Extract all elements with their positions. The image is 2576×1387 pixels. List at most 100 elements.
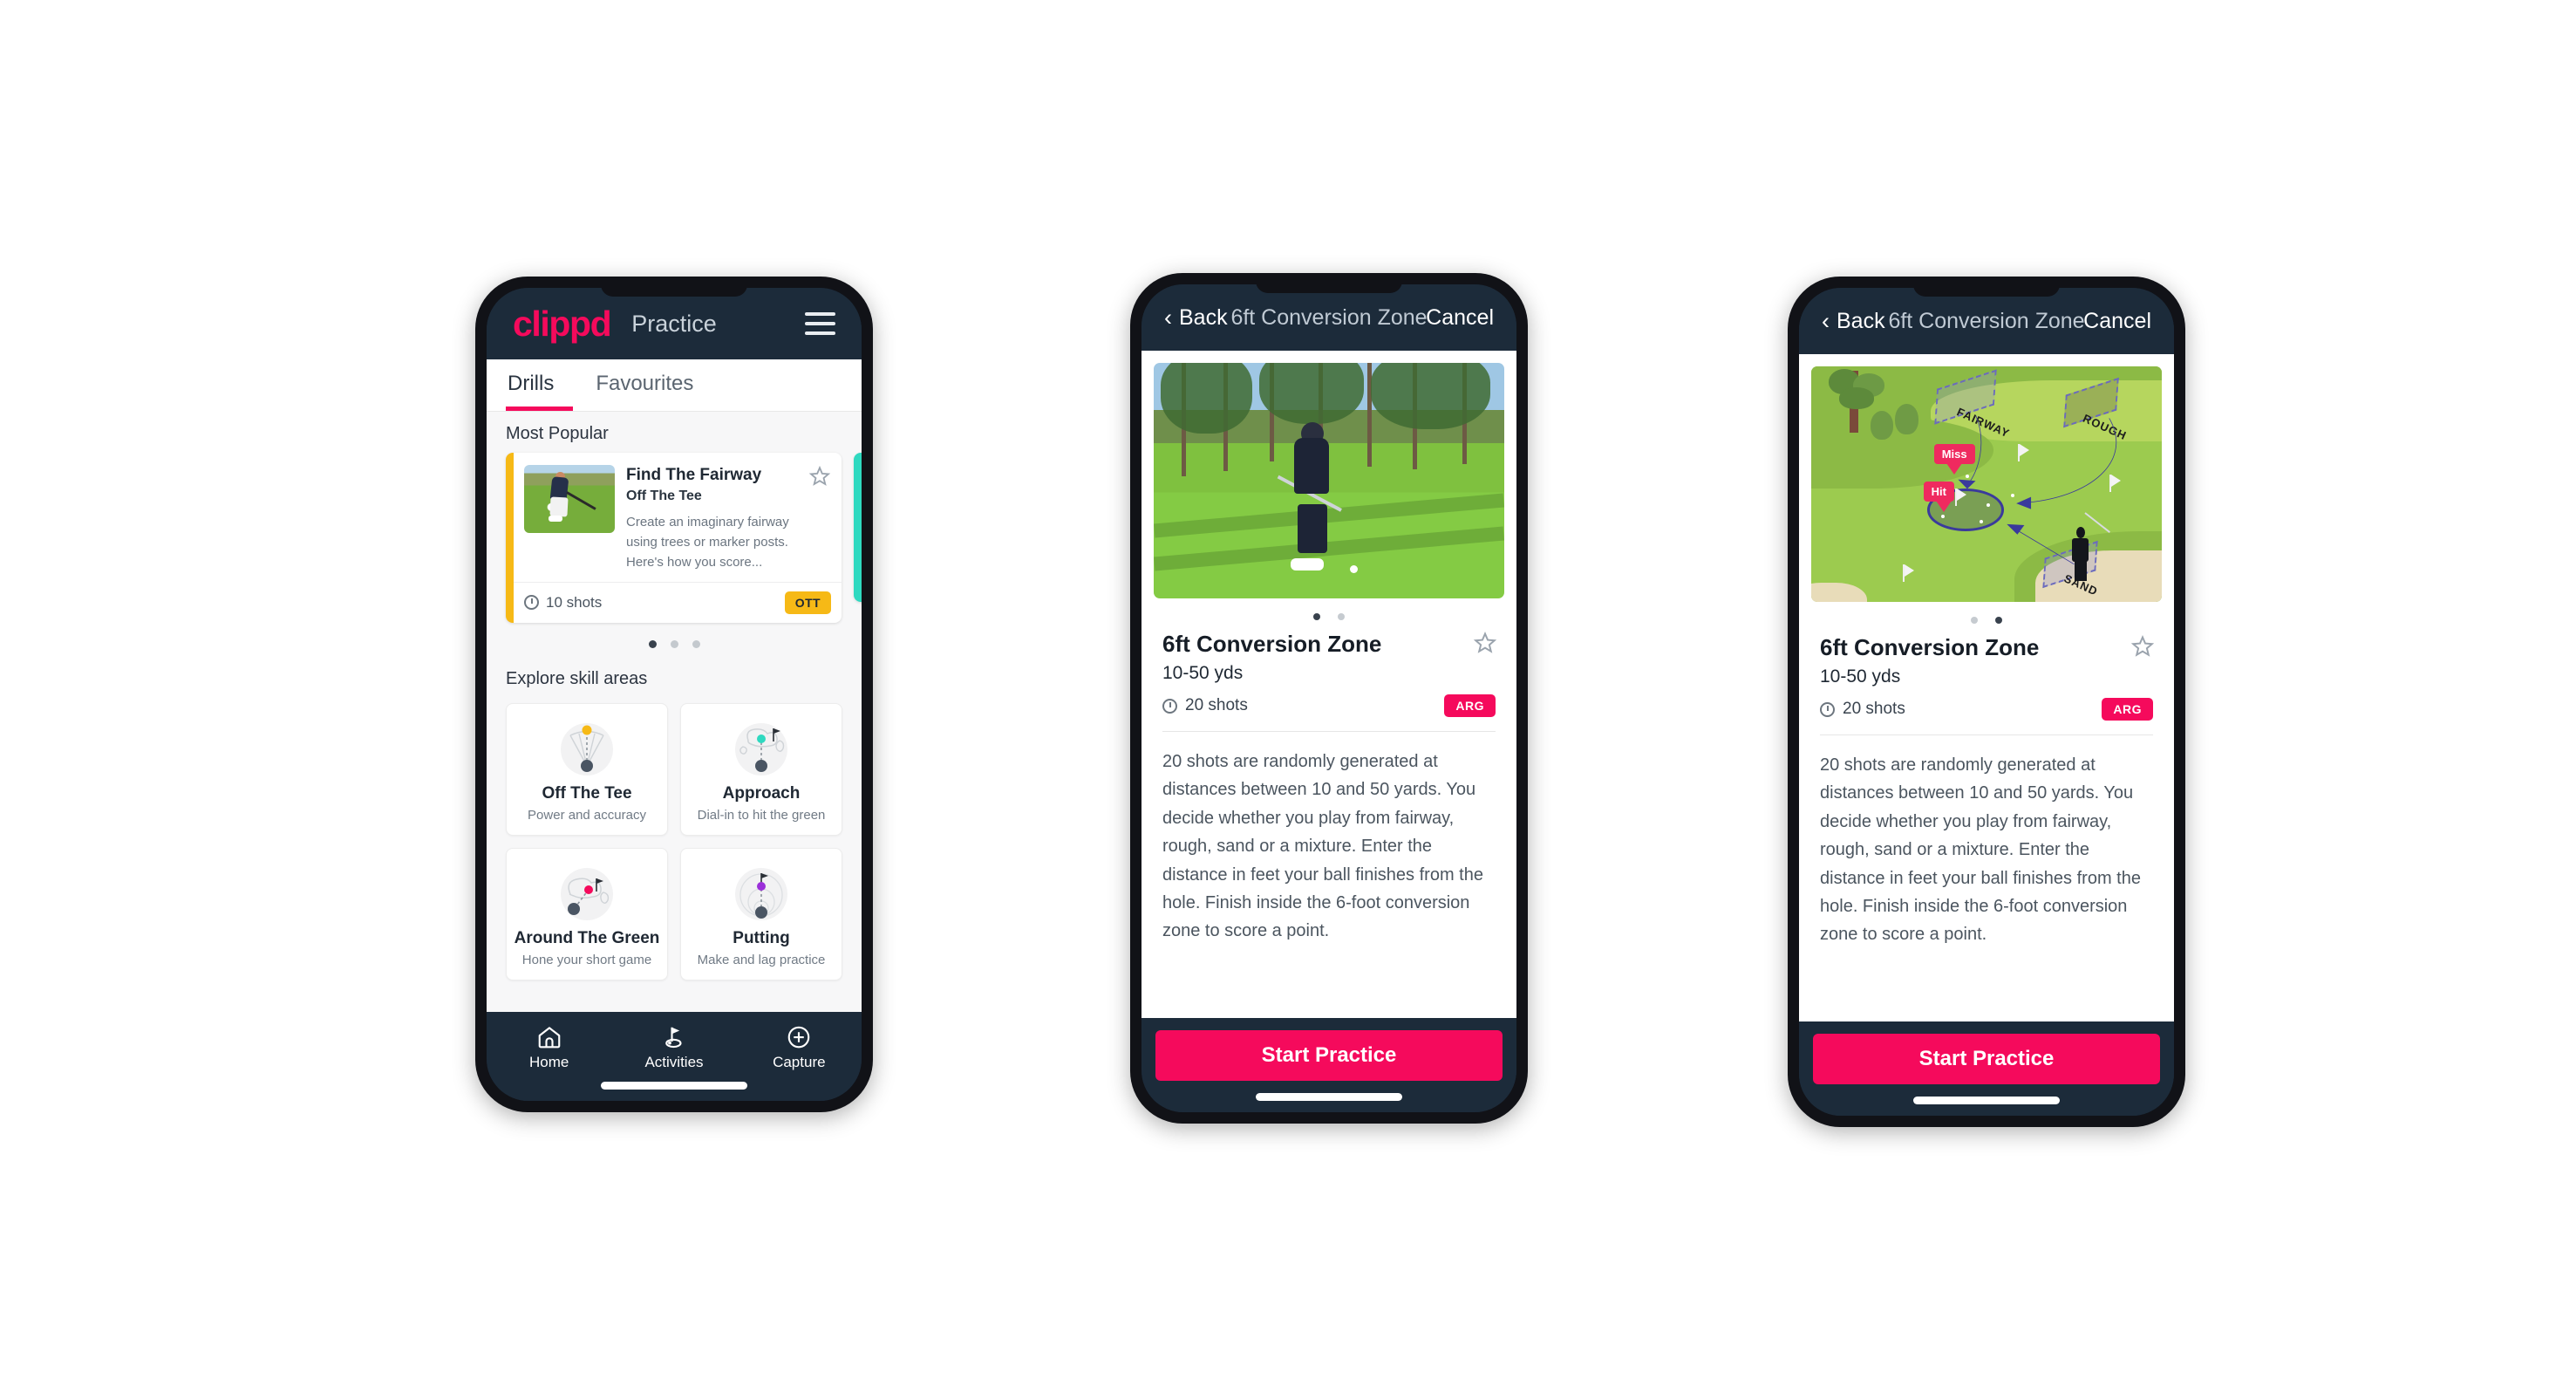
- start-practice-button[interactable]: Start Practice: [1155, 1030, 1503, 1081]
- drill-distance: 10-50 yds: [1162, 663, 1244, 683]
- golf-flag-icon: [611, 1022, 736, 1052]
- nav-label: Activities: [644, 1054, 704, 1070]
- shot-path-arrows: [1958, 366, 2162, 602]
- skill-desc: Make and lag practice: [697, 952, 826, 967]
- section-explore-label: Explore skill areas: [506, 668, 648, 688]
- phone-practice-list: clippd Practice Drills Favourites Most P…: [475, 277, 873, 1112]
- drill-card-find-the-fairway[interactable]: Find The Fairway Off The Tee Create an i…: [506, 453, 842, 623]
- screenshot-canvas: clippd Practice Drills Favourites Most P…: [0, 0, 2576, 1387]
- star-outline-icon[interactable]: [1473, 631, 1497, 659]
- skill-card-around-the-green[interactable]: Around The Green Hone your short game: [506, 847, 668, 980]
- media-dot-2[interactable]: [1338, 613, 1345, 620]
- star-outline-icon[interactable]: [2130, 634, 2155, 663]
- back-button[interactable]: ‹ Back: [1164, 305, 1228, 331]
- drill-description: 20 shots are randomly generated at dista…: [1820, 755, 2141, 945]
- drill-shots: 10 shots: [524, 594, 602, 612]
- drill-thumbnail: [524, 465, 615, 533]
- carousel-dot-1[interactable]: [648, 639, 657, 648]
- detail-body: FAIRWAY ROUGH SAND Miss Hit 6ft Conversi…: [1799, 354, 2174, 1021]
- cancel-button[interactable]: Cancel: [2083, 309, 2151, 334]
- nav-item-home[interactable]: Home: [487, 1022, 611, 1071]
- section-most-popular-label: Most Popular: [506, 424, 609, 443]
- drill-card-next-peek[interactable]: [854, 453, 862, 602]
- cancel-button[interactable]: Cancel: [1426, 305, 1494, 331]
- phone-notch: [1256, 284, 1402, 293]
- skill-areas-grid: Off The Tee Power and accuracy Approach …: [487, 698, 862, 980]
- drill-shots: 20 shots: [1820, 700, 1905, 719]
- phone-notch: [601, 288, 747, 297]
- chevron-left-icon: ‹: [1822, 307, 1830, 334]
- approach-green-icon: [686, 716, 836, 781]
- course-illustration[interactable]: FAIRWAY ROUGH SAND Miss Hit: [1811, 366, 2162, 602]
- clock-icon: [1162, 698, 1177, 714]
- tee-fan-icon: [512, 716, 662, 781]
- plus-circle-icon: [737, 1022, 862, 1052]
- status-badge-arg: ARG: [1444, 694, 1496, 717]
- hamburger-icon[interactable]: [805, 312, 835, 335]
- chevron-left-icon: ‹: [1164, 304, 1172, 331]
- start-practice-button[interactable]: Start Practice: [1813, 1034, 2160, 1084]
- carousel-dots[interactable]: [487, 623, 862, 657]
- media-carousel-dots[interactable]: [1141, 598, 1516, 627]
- skill-desc: Power and accuracy: [528, 807, 646, 823]
- around-green-icon: [512, 861, 662, 926]
- skill-name: Approach: [722, 783, 801, 803]
- drill-subtitle: Off The Tee: [626, 488, 702, 503]
- skill-name: Putting: [733, 928, 790, 947]
- phone-drill-detail-video: ‹ Back 6ft Conversion Zone Cancel 6ft Co…: [1130, 273, 1528, 1124]
- drill-shots: 20 shots: [1162, 696, 1248, 715]
- tab-favourites[interactable]: Favourites: [594, 359, 712, 411]
- skill-card-putting[interactable]: Putting Make and lag practice: [680, 847, 842, 980]
- home-indicator: [601, 1082, 747, 1090]
- drill-description: 20 shots are randomly generated at dista…: [1162, 752, 1483, 941]
- media-dot-1[interactable]: [1313, 613, 1320, 620]
- detail-header: ‹ Back 6ft Conversion Zone Cancel: [1799, 288, 2174, 354]
- back-label: Back: [1179, 304, 1228, 330]
- putting-rings-icon: [686, 861, 836, 926]
- app-header: clippd Practice: [487, 288, 862, 359]
- clippd-logo[interactable]: clippd: [513, 305, 612, 342]
- back-label: Back: [1837, 308, 1885, 333]
- drill-name: 6ft Conversion Zone: [1820, 634, 2040, 660]
- back-button[interactable]: ‹ Back: [1822, 309, 1885, 334]
- nav-item-capture[interactable]: Capture: [737, 1022, 862, 1071]
- drill-shots-label: 10 shots: [546, 593, 603, 611]
- drill-distance: 10-50 yds: [1820, 666, 1901, 687]
- tab-drills[interactable]: Drills: [506, 359, 574, 411]
- drill-name: 6ft Conversion Zone: [1162, 631, 1382, 657]
- detail-header: ‹ Back 6ft Conversion Zone Cancel: [1141, 284, 1516, 351]
- home-icon: [487, 1022, 611, 1052]
- phone-drill-detail-illustration: ‹ Back 6ft Conversion Zone Cancel FAIRWA…: [1788, 277, 2185, 1127]
- drill-video-still[interactable]: [1154, 363, 1504, 598]
- phone-notch: [1913, 288, 2060, 297]
- star-outline-icon[interactable]: [808, 465, 831, 573]
- detail-body: 6ft Conversion Zone 10-50 yds 20 shots A…: [1141, 351, 1516, 1018]
- skill-card-off-the-tee[interactable]: Off The Tee Power and accuracy: [506, 702, 668, 836]
- media-carousel-dots[interactable]: [1799, 602, 2174, 631]
- home-indicator: [1913, 1097, 2060, 1104]
- nav-label: Capture: [773, 1054, 826, 1070]
- drill-carousel[interactable]: Find The Fairway Off The Tee Create an i…: [487, 453, 862, 623]
- drill-shots-label: 20 shots: [1185, 696, 1248, 714]
- carousel-dot-2[interactable]: [670, 639, 678, 648]
- tab-bar: Drills Favourites: [487, 359, 862, 412]
- drill-shots-label: 20 shots: [1843, 700, 1905, 718]
- clock-icon: [1820, 701, 1835, 717]
- skill-desc: Hone your short game: [521, 952, 652, 967]
- practice-content: Most Popular Find The Fairway Off The Te…: [487, 412, 862, 1012]
- media-dot-1[interactable]: [1971, 617, 1978, 624]
- clock-icon: [524, 595, 539, 610]
- drill-description: Create an imaginary fairway using trees …: [626, 514, 789, 571]
- status-badge-ott: OTT: [784, 591, 831, 614]
- drill-title: Find The Fairway: [626, 466, 762, 484]
- carousel-dot-3[interactable]: [692, 639, 700, 648]
- home-indicator: [1256, 1093, 1402, 1101]
- media-dot-2[interactable]: [1995, 617, 2002, 624]
- skill-name: Around The Green: [514, 928, 660, 947]
- nav-item-activities[interactable]: Activities: [611, 1022, 736, 1071]
- nav-label: Home: [528, 1054, 569, 1070]
- status-badge-arg: ARG: [2102, 698, 2153, 721]
- skill-desc: Dial-in to hit the green: [697, 807, 826, 823]
- skill-card-approach[interactable]: Approach Dial-in to hit the green: [680, 702, 842, 836]
- skill-name: Off The Tee: [542, 783, 632, 803]
